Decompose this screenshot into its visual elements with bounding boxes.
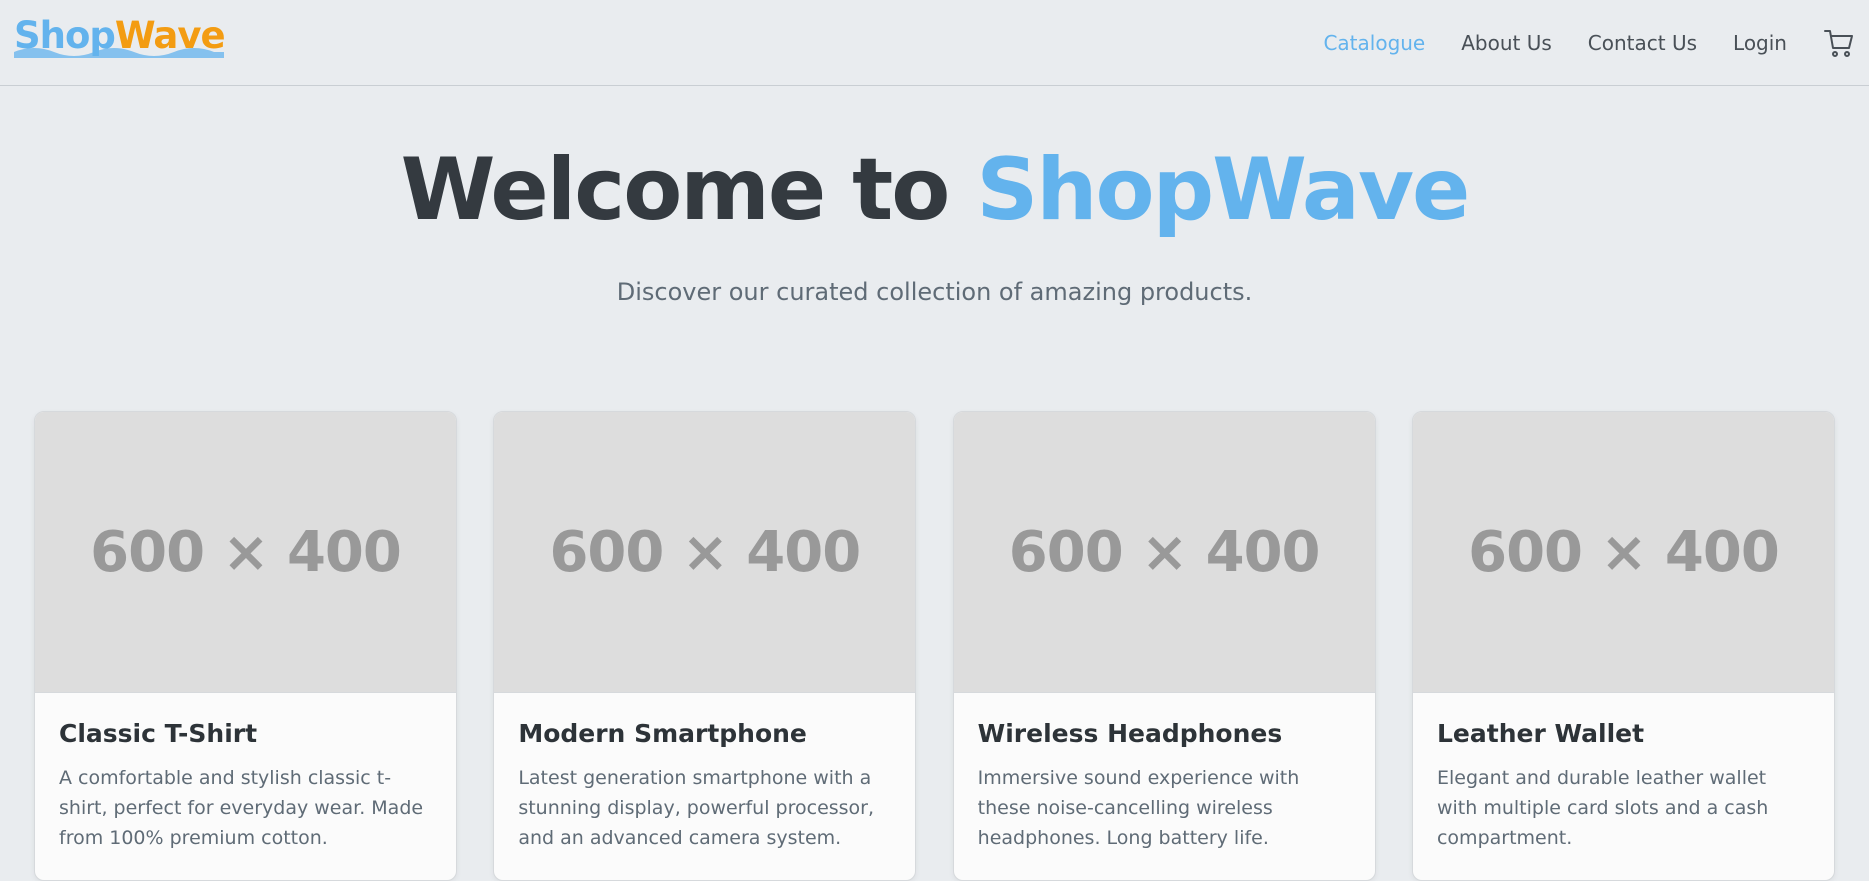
product-grid: 600 × 400 Classic T-Shirt A comfortable …: [34, 411, 1835, 881]
product-card-body: Modern Smartphone Latest generation smar…: [494, 693, 915, 853]
product-description: Immersive sound experience with these no…: [977, 767, 1300, 849]
nav-link-catalogue[interactable]: Catalogue: [1323, 31, 1425, 55]
product-card[interactable]: 600 × 400 Classic T-Shirt A comfortable …: [34, 411, 457, 881]
product-title[interactable]: Wireless Headphones: [978, 719, 1351, 749]
product-description: A comfortable and stylish classic t-shir…: [59, 767, 424, 849]
product-image-placeholder[interactable]: 600 × 400: [1412, 412, 1834, 693]
product-card-body: Leather Wallet Elegant and durable leath…: [1413, 693, 1834, 853]
logo-text-shop: Shop: [14, 14, 116, 57]
hero-title: Welcome to ShopWave: [0, 130, 1869, 250]
product-image-placeholder[interactable]: 600 × 400: [494, 412, 916, 693]
product-title[interactable]: Classic T-Shirt: [59, 719, 432, 749]
shopwave-logo[interactable]: ShopWave: [14, 14, 226, 58]
product-card-body: Classic T-Shirt A comfortable and stylis…: [35, 693, 456, 853]
nav-link-login[interactable]: Login: [1733, 31, 1787, 55]
hero-title-prefix: Welcome to: [400, 140, 977, 240]
nav-link-about-us[interactable]: About Us: [1461, 31, 1552, 55]
product-card[interactable]: 600 × 400 Leather Wallet Elegant and dur…: [1411, 411, 1835, 881]
shopping-cart-icon[interactable]: [1823, 27, 1855, 59]
product-image-placeholder[interactable]: 600 × 400: [35, 412, 456, 693]
product-card[interactable]: 600 × 400 Wireless Headphones Immersive …: [952, 411, 1376, 881]
nav-link-contact-us[interactable]: Contact Us: [1588, 31, 1697, 55]
hero-subtitle: Discover our curated collection of amazi…: [616, 278, 1253, 306]
product-description: Latest generation smartphone with a stun…: [518, 767, 875, 849]
product-card[interactable]: 600 × 400 Modern Smartphone Latest gener…: [493, 411, 917, 881]
product-image-placeholder[interactable]: 600 × 400: [953, 412, 1375, 693]
site-header: ShopWave Catalogue About Us Contact Us L…: [0, 0, 1869, 86]
product-description: Elegant and durable leather wallet with …: [1436, 767, 1769, 849]
product-title[interactable]: Modern Smartphone: [518, 719, 891, 749]
logo-text-wave: Wave: [114, 14, 226, 57]
hero-title-accent: ShopWave: [976, 140, 1470, 240]
product-title[interactable]: Leather Wallet: [1437, 719, 1810, 749]
logo-text: ShopWave: [14, 14, 226, 58]
main-nav: Catalogue About Us Contact Us Login: [1287, 0, 1869, 86]
product-card-body: Wireless Headphones Immersive sound expe…: [954, 693, 1375, 853]
